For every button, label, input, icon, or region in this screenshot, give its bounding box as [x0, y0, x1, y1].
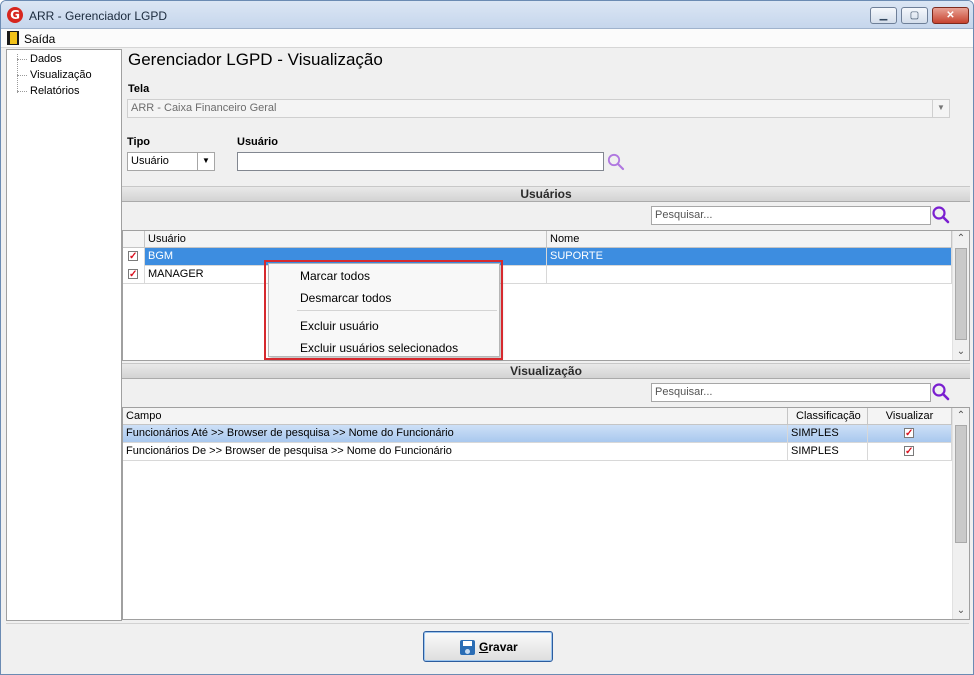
search-icon[interactable]	[931, 382, 951, 402]
tipo-label: Tipo	[127, 136, 151, 148]
cell-classificacao: SIMPLES	[788, 425, 868, 443]
tipo-select-value: Usuário	[131, 155, 169, 167]
scroll-up-icon[interactable]: ⌃	[953, 231, 969, 247]
page-title: Gerenciador LGPD - Visualização	[128, 50, 383, 69]
window-title: ARR - Gerenciador LGPD	[29, 9, 168, 23]
context-menu-highlight	[264, 260, 503, 360]
tree-item-relatorios[interactable]: Relatórios	[17, 84, 80, 99]
row-checkbox[interactable]: ✓	[128, 251, 138, 262]
tipo-select[interactable]: Usuário ▼	[127, 152, 215, 171]
search-icon[interactable]	[931, 205, 951, 225]
door-exit-icon	[7, 31, 19, 45]
maximize-button[interactable]: ▢	[901, 7, 928, 24]
grid-header-check	[123, 231, 145, 248]
usuario-input[interactable]	[237, 152, 604, 171]
visualizar-checkbox[interactable]: ✓	[904, 428, 914, 439]
scroll-down-icon[interactable]: ⌄	[953, 344, 969, 360]
search-icon[interactable]	[606, 152, 626, 172]
table-row[interactable]: Funcionários De >> Browser de pesquisa >…	[123, 443, 952, 461]
cell-classificacao: SIMPLES	[788, 443, 868, 461]
app-logo-icon: G	[7, 7, 23, 23]
usuarios-scrollbar[interactable]: ⌃ ⌄	[952, 231, 969, 360]
scroll-down-icon[interactable]: ⌄	[953, 603, 969, 619]
visualizar-checkbox[interactable]: ✓	[904, 446, 914, 457]
navigation-tree: Dados Visualização Relatórios	[6, 49, 122, 621]
cell-campo: Funcionários Até >> Browser de pesquisa …	[123, 425, 788, 443]
cell-nome: SUPORTE	[547, 248, 952, 266]
scroll-thumb[interactable]	[955, 425, 967, 543]
close-button[interactable]: ✕	[932, 7, 969, 24]
tree-item-dados[interactable]: Dados	[17, 52, 62, 67]
tela-select-value: ARR - Caixa Financeiro Geral	[131, 102, 277, 114]
tela-label: Tela	[128, 83, 150, 95]
table-row[interactable]: Funcionários Até >> Browser de pesquisa …	[123, 425, 952, 443]
grid-header-campo[interactable]: Campo	[123, 408, 788, 425]
scroll-up-icon[interactable]: ⌃	[953, 408, 969, 424]
visualizacao-search-input[interactable]: Pesquisar...	[651, 383, 931, 402]
save-button[interactable]: Gravar	[423, 631, 553, 662]
usuarios-grid: Usuário Nome ✓ BGM SUPORTE ✓ MANAGER ⌃ ⌄	[122, 230, 970, 361]
grid-header-usuario[interactable]: Usuário	[145, 231, 547, 248]
grid-header-nome[interactable]: Nome	[547, 231, 952, 248]
title-bar: G ARR - Gerenciador LGPD ▁ ▢ ✕	[1, 1, 973, 29]
usuarios-section-header: Usuários	[122, 186, 970, 202]
app-window: G ARR - Gerenciador LGPD ▁ ▢ ✕ Saída Dad…	[0, 0, 974, 675]
scroll-thumb[interactable]	[955, 248, 967, 340]
chevron-down-icon[interactable]: ▼	[197, 153, 214, 170]
chevron-down-icon[interactable]: ▼	[932, 100, 949, 117]
cell-nome	[547, 266, 952, 284]
menu-item-exit[interactable]: Saída	[24, 32, 55, 46]
visualizacao-grid: Campo Classificação Visualizar Funcionár…	[122, 407, 970, 620]
grid-header-classificacao[interactable]: Classificação	[788, 408, 868, 425]
table-row[interactable]: ✓ BGM SUPORTE	[123, 248, 952, 266]
visualizacao-scrollbar[interactable]: ⌃ ⌄	[952, 408, 969, 619]
menu-bar: Saída	[1, 29, 973, 48]
save-button-label: Gravar	[479, 640, 518, 654]
row-checkbox[interactable]: ✓	[128, 269, 138, 280]
usuario-label: Usuário	[237, 136, 278, 148]
tela-select[interactable]: ARR - Caixa Financeiro Geral ▼	[127, 99, 950, 118]
grid-header-visualizar[interactable]: Visualizar	[868, 408, 952, 425]
minimize-button[interactable]: ▁	[870, 7, 897, 24]
floppy-icon	[460, 640, 475, 655]
tree-item-visualizacao[interactable]: Visualização	[17, 68, 92, 83]
cell-campo: Funcionários De >> Browser de pesquisa >…	[123, 443, 788, 461]
usuarios-search-input[interactable]: Pesquisar...	[651, 206, 931, 225]
visualizacao-section-header: Visualização	[122, 363, 970, 379]
table-row[interactable]: ✓ MANAGER	[123, 266, 952, 284]
